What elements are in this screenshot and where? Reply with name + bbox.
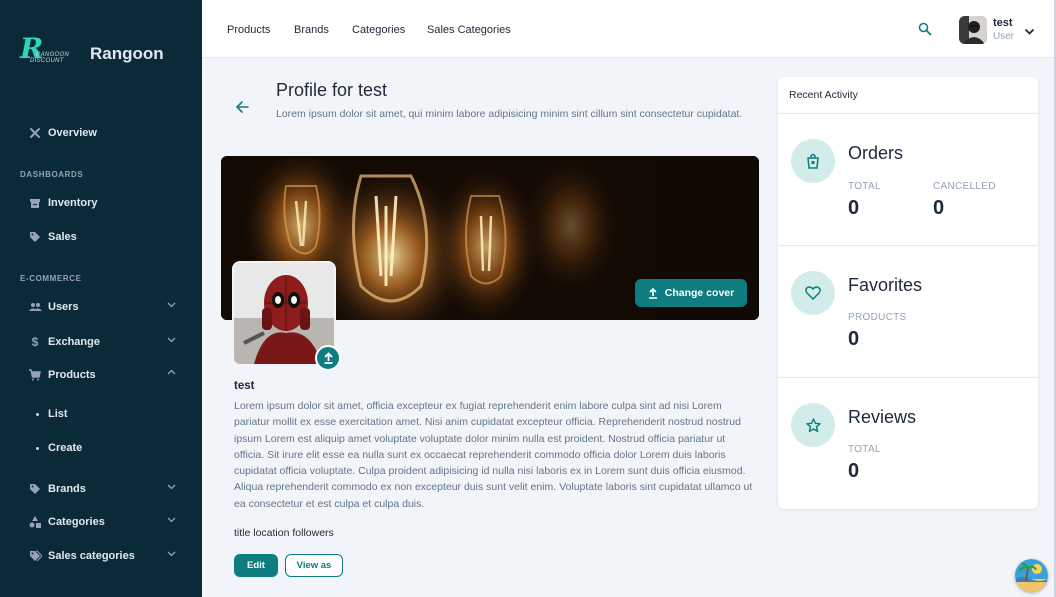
chevron-down-icon[interactable] — [1024, 24, 1035, 42]
chevron-down-icon — [167, 549, 176, 560]
chevron-down-icon — [167, 515, 176, 526]
shopping-bag-icon — [791, 139, 835, 183]
inventory-icon — [28, 196, 42, 210]
sidebar-subitem-create[interactable]: Create — [36, 442, 82, 454]
sidebar-item-inventory[interactable]: Inventory — [28, 196, 176, 210]
user-name[interactable]: test — [993, 17, 1013, 29]
categories-icon — [28, 515, 42, 529]
profile-meta: title location followers — [234, 527, 334, 539]
bullet-icon — [36, 446, 39, 450]
sidebar-item-label: Sales categories — [48, 550, 135, 562]
sidebar-item-products[interactable]: Products — [28, 368, 176, 382]
chevron-up-icon — [167, 368, 176, 379]
change-cover-button[interactable]: Change cover — [635, 279, 747, 307]
profile-bio: Lorem ipsum dolor sit amet, officia exce… — [234, 400, 753, 510]
upload-avatar-button[interactable] — [315, 345, 341, 371]
bullet-icon — [36, 412, 39, 416]
back-arrow-icon[interactable] — [235, 100, 249, 114]
beach-icon — [1015, 559, 1048, 592]
orders-total-value: 0 — [848, 197, 860, 219]
section-dashboards: DASHBOARDS — [20, 170, 84, 179]
divider — [778, 113, 1038, 114]
reviews-total-label: TOTAL — [848, 444, 881, 455]
chevron-down-icon — [167, 335, 176, 346]
favorites-products-value: 0 — [848, 328, 860, 350]
upload-icon — [648, 287, 657, 299]
sidebar-item-label: Create — [48, 442, 83, 454]
chevron-down-icon — [167, 482, 176, 493]
tags-icon — [28, 549, 42, 563]
sidebar-item-label: Overview — [48, 127, 97, 139]
reviews-total-value: 0 — [848, 460, 860, 482]
brand-name: Rangoon — [90, 44, 164, 63]
logo-icon: R RANGOON DISCOUNT — [20, 32, 70, 65]
sidebar-item-label: Inventory — [48, 197, 98, 209]
page-subtitle: Lorem ipsum dolor sit amet, qui minim la… — [276, 108, 743, 120]
topnav-brands[interactable]: Brands — [294, 24, 329, 36]
tag-icon — [28, 482, 42, 496]
sidebar-item-label: Brands — [48, 483, 86, 495]
user-role: User — [993, 31, 1015, 42]
cart-icon — [28, 368, 42, 382]
sidebar-item-label: Users — [48, 301, 79, 313]
sidebar-item-label: Products — [48, 369, 96, 381]
topnav-sales-categories[interactable]: Sales Categories — [427, 24, 511, 36]
dollar-icon: $ — [31, 335, 39, 349]
chevron-down-icon — [167, 300, 176, 311]
sidebar-item-label: Categories — [48, 516, 105, 528]
upload-icon — [323, 352, 333, 364]
sidebar-item-sales[interactable]: Sales — [28, 230, 176, 244]
star-icon — [791, 403, 835, 447]
search-icon[interactable] — [918, 22, 932, 36]
favorites-title: Favorites — [848, 275, 923, 295]
sidebar-item-brands[interactable]: Brands — [28, 482, 176, 496]
sidebar-subitem-list[interactable]: List — [36, 408, 68, 420]
sidebar-item-exchange[interactable]: $ Exchange — [28, 335, 176, 349]
edit-button[interactable]: Edit — [234, 554, 278, 577]
sidebar-item-sales-categories[interactable]: Sales categories — [28, 549, 176, 563]
section-ecommerce: E-COMMERCE — [20, 274, 82, 283]
favorites-products-label: PRODUCTS — [848, 312, 907, 323]
profile-name: test — [234, 380, 255, 392]
orders-cancelled-value: 0 — [933, 197, 945, 219]
overview-icon — [28, 126, 42, 140]
page-title: Profile for test — [276, 80, 388, 100]
topnav-categories[interactable]: Categories — [352, 24, 405, 36]
sidebar-item-label: Sales — [48, 231, 77, 243]
topnav-products[interactable]: Products — [227, 24, 270, 36]
floating-action-button[interactable] — [1015, 559, 1048, 592]
heart-icon — [791, 271, 835, 315]
recent-activity-card: Recent Activity Orders TOTAL CANCELLED 0… — [778, 77, 1038, 509]
view-as-button[interactable]: View as — [285, 554, 343, 577]
orders-total-label: TOTAL — [848, 181, 881, 192]
divider — [778, 245, 1038, 246]
sidebar-item-label: List — [48, 408, 68, 420]
sidebar-item-users[interactable]: Users — [28, 300, 176, 314]
sidebar: R RANGOON DISCOUNT Rangoon Overview DASH… — [0, 0, 202, 597]
divider — [778, 377, 1038, 378]
sidebar-item-label: Exchange — [48, 336, 100, 348]
orders-cancelled-label: CANCELLED — [933, 181, 996, 192]
change-cover-label: Change cover — [664, 287, 735, 299]
avatar[interactable] — [959, 16, 987, 44]
top-bar: Products Brands Categories Sales Categor… — [202, 0, 1054, 58]
orders-title: Orders — [848, 143, 904, 163]
sidebar-item-categories[interactable]: Categories — [28, 515, 176, 529]
users-icon — [28, 300, 42, 314]
brand-logo[interactable]: R RANGOON DISCOUNT — [18, 30, 74, 68]
tag-icon — [28, 230, 42, 244]
card-title: Recent Activity — [789, 89, 858, 101]
reviews-title: Reviews — [848, 407, 917, 427]
sidebar-item-overview[interactable]: Overview — [28, 126, 176, 140]
